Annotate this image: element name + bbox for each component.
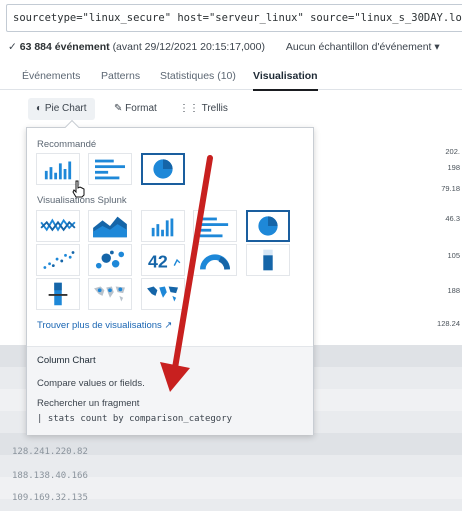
line-chart-icon[interactable]	[36, 210, 80, 242]
description-title: Column Chart	[37, 355, 96, 366]
bar-chart-alt-icon[interactable]	[193, 210, 237, 242]
event-time-range: (avant 29/12/2021 20:15:17,000)	[112, 41, 265, 53]
pie-chart-icon[interactable]	[141, 153, 185, 185]
search-fragment-label: Rechercher un fragment	[37, 398, 140, 409]
legend-value: 188	[447, 286, 460, 295]
single-value-icon[interactable]: 42	[141, 244, 185, 276]
hand-cursor-icon	[72, 180, 85, 198]
description-text: Compare values or fields.	[37, 378, 145, 389]
trellis-button[interactable]: ⋮⋮ Trellis	[171, 98, 236, 120]
tab-statistics[interactable]: Statistiques (10)	[160, 70, 236, 82]
pie-chart-button[interactable]: ◐ Pie Chart	[28, 98, 95, 120]
search-input[interactable]: sourcetype="linux_secure" host="serveur_…	[6, 4, 462, 32]
bar-chart-icon[interactable]	[88, 153, 132, 185]
search-fragment-code: | stats count by comparison_category	[37, 414, 233, 424]
legend-value: 128.24	[437, 319, 460, 328]
choropleth-map-icon[interactable]	[141, 278, 185, 310]
tab-visualization[interactable]: Visualisation	[253, 70, 318, 91]
area-chart-icon[interactable]	[88, 210, 132, 242]
filler-gauge-icon[interactable]	[246, 244, 290, 276]
tab-patterns[interactable]: Patterns	[101, 70, 140, 82]
sampling-dropdown[interactable]: Aucun échantillon d'événement ▾	[286, 41, 440, 53]
legend-value: 79.18	[441, 184, 460, 193]
event-count-status: ✓ 63 884 événement (avant 29/12/2021 20:…	[8, 41, 440, 53]
marker-gauge-icon[interactable]	[36, 278, 80, 310]
single-value-text: 42	[148, 252, 168, 272]
recommended-label: Recommandé	[37, 139, 97, 150]
cluster-map-icon[interactable]	[88, 278, 132, 310]
table-row: 109.169.32.135	[12, 493, 88, 503]
event-count: 63 884 événement	[19, 41, 110, 53]
scatter-chart-icon[interactable]	[36, 244, 80, 276]
visualization-picker-dropdown: Recommandé Visualisations Splunk 42 Trou…	[26, 119, 314, 435]
table-row: 128.241.220.82	[12, 447, 88, 457]
legend-value: 198	[447, 163, 460, 172]
check-icon: ✓	[8, 41, 17, 53]
legend-value: 202.	[445, 147, 460, 156]
legend-value: 46.3	[445, 214, 460, 223]
bubble-chart-icon[interactable]	[88, 244, 132, 276]
column-chart-alt-icon[interactable]	[141, 210, 185, 242]
format-button[interactable]: ✎ Format	[106, 98, 165, 120]
find-more-visualizations-link[interactable]: Trouver plus de visualisations ↗	[37, 320, 172, 331]
radial-gauge-icon[interactable]	[193, 244, 237, 276]
legend-value: 105	[447, 251, 460, 260]
tab-events[interactable]: Événements	[22, 70, 80, 82]
pie-chart-alt-icon[interactable]	[246, 210, 290, 242]
table-row: 188.138.40.166	[12, 471, 88, 481]
visualization-description: Column Chart Compare values or fields. R…	[27, 346, 313, 435]
results-tabs: Événements Patterns Statistiques (10) Vi…	[0, 64, 462, 91]
